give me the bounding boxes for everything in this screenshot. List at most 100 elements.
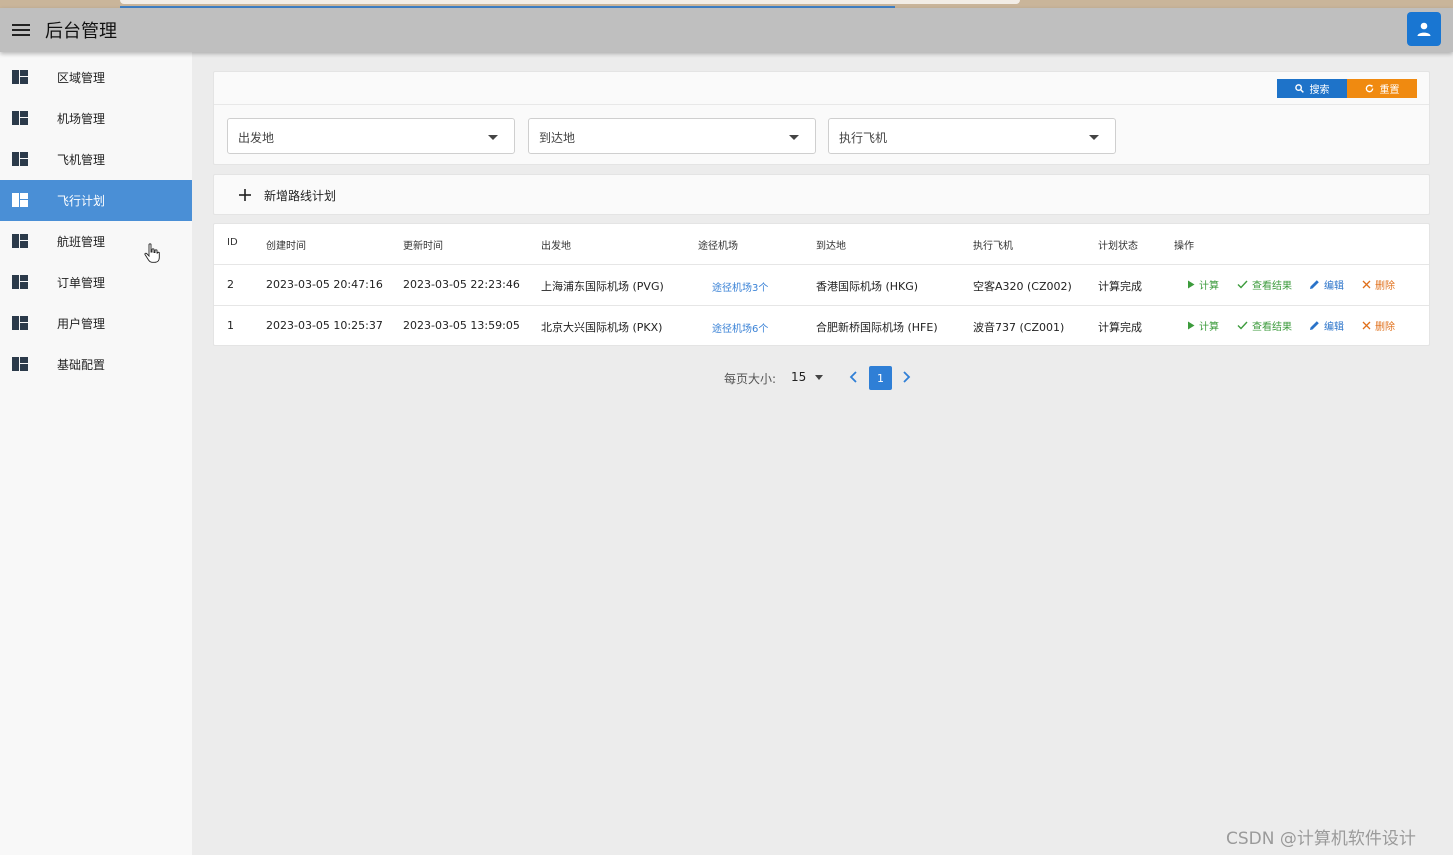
table-header-row: ID 创建时间 更新时间 出发地 途径机场 到达地 执行飞机 计划状态 操作: [214, 224, 1429, 265]
check-icon: [1237, 321, 1248, 330]
page-number-button[interactable]: 1: [869, 366, 892, 390]
caret-down-icon: [789, 135, 799, 140]
dashboard-icon: [12, 275, 28, 289]
header-via: 途径机场: [698, 241, 738, 252]
chevron-right-icon[interactable]: [900, 370, 912, 384]
page-size-select[interactable]: 15: [791, 370, 806, 384]
reset-button[interactable]: 重置: [1347, 79, 1417, 98]
via-airports-link[interactable]: 途径机场6个: [712, 320, 768, 335]
delete-button[interactable]: 删除: [1362, 277, 1395, 292]
aircraft-select[interactable]: 执行飞机: [828, 118, 1116, 154]
user-account-button[interactable]: [1407, 12, 1441, 46]
play-icon: [1188, 321, 1195, 330]
plus-icon: [239, 189, 251, 201]
cell-departure: 上海浦东国际机场 (PVG): [541, 280, 664, 293]
dashboard-icon: [12, 234, 28, 248]
reset-button-label: 重置: [1379, 85, 1400, 96]
chevron-left-icon[interactable]: [848, 370, 860, 384]
cell-created: 2023-03-05 20:47:16: [266, 278, 383, 291]
toolbar: 新增路线计划: [213, 174, 1430, 215]
cell-updated: 2023-03-05 22:23:46: [403, 278, 520, 291]
app-header: 后台管理: [0, 8, 1453, 52]
header-created: 创建时间: [266, 241, 306, 252]
view-result-button[interactable]: 查看结果: [1237, 318, 1292, 333]
sidebar-item-config[interactable]: 基础配置: [0, 344, 192, 385]
sidebar-item-label: 订单管理: [57, 276, 106, 290]
arrival-select-placeholder: 到达地: [539, 131, 576, 145]
menu-icon[interactable]: [9, 18, 33, 42]
sidebar-item-label: 飞行计划: [57, 194, 106, 208]
search-panel: 搜索 重置 出发地 到达地 执行飞机: [213, 71, 1430, 165]
cell-aircraft: 波音737 (CZ001): [973, 321, 1065, 334]
cell-id: 2: [227, 278, 234, 291]
sidebar-item-label: 航班管理: [57, 235, 106, 249]
sidebar-item-airport[interactable]: 机场管理: [0, 98, 192, 139]
cell-arrival: 合肥新桥国际机场 (HFE): [816, 321, 938, 334]
sidebar-item-label: 基础配置: [57, 358, 106, 372]
add-route-plan-button[interactable]: 新增路线计划: [238, 185, 336, 205]
header-updated: 更新时间: [403, 241, 443, 252]
via-airports-link[interactable]: 途径机场3个: [712, 279, 768, 294]
pencil-icon: [1310, 280, 1319, 289]
dashboard-icon: [12, 193, 28, 207]
cell-arrival: 香港国际机场 (HKG): [816, 280, 919, 293]
header-departure: 出发地: [541, 241, 571, 252]
dashboard-icon: [12, 70, 28, 84]
sidebar-item-aircraft[interactable]: 飞机管理: [0, 139, 192, 180]
departure-select[interactable]: 出发地: [227, 118, 515, 154]
edit-label: 编辑: [1324, 322, 1344, 333]
dashboard-icon: [12, 357, 28, 371]
dashboard-icon: [12, 152, 28, 166]
arrival-select[interactable]: 到达地: [528, 118, 816, 154]
edit-label: 编辑: [1324, 281, 1344, 292]
search-button[interactable]: 搜索: [1277, 79, 1347, 98]
edit-button[interactable]: 编辑: [1309, 318, 1344, 333]
sidebar-item-label: 区域管理: [57, 71, 106, 85]
sidebar-item-order[interactable]: 订单管理: [0, 262, 192, 303]
header-aircraft: 执行飞机: [973, 241, 1013, 252]
cell-id: 1: [227, 319, 234, 332]
calculate-button[interactable]: 计算: [1187, 277, 1219, 292]
header-id: ID: [227, 237, 238, 248]
calculate-label: 计算: [1199, 281, 1219, 292]
delete-button[interactable]: 删除: [1362, 318, 1395, 333]
close-icon: [1362, 280, 1371, 289]
sidebar-item-label: 机场管理: [57, 112, 106, 126]
sidebar-item-flight[interactable]: 航班管理: [0, 221, 192, 262]
watermark: CSDN @计算机软件设计: [1226, 829, 1416, 849]
header-actions: 操作: [1174, 241, 1194, 252]
view-result-label: 查看结果: [1252, 322, 1292, 333]
dashboard-icon: [12, 111, 28, 125]
caret-down-icon: [1089, 135, 1099, 140]
edit-button[interactable]: 编辑: [1309, 277, 1344, 292]
cell-departure: 北京大兴国际机场 (PKX): [541, 321, 663, 334]
header-arrival: 到达地: [816, 241, 846, 252]
view-result-label: 查看结果: [1252, 281, 1292, 292]
cell-aircraft: 空客A320 (CZ002): [973, 280, 1072, 293]
table-row: 1 2023-03-05 10:25:37 2023-03-05 13:59:0…: [214, 306, 1429, 347]
app-title: 后台管理: [45, 21, 117, 42]
delete-label: 删除: [1375, 322, 1395, 333]
cell-created: 2023-03-05 10:25:37: [266, 319, 383, 332]
pencil-icon: [1310, 321, 1319, 330]
calculate-label: 计算: [1199, 322, 1219, 333]
cell-updated: 2023-03-05 13:59:05: [403, 319, 520, 332]
page-size-label: 每页大小:: [724, 371, 777, 386]
sidebar: 区域管理 机场管理 飞机管理 飞行计划 航班管理 订单管理 用户管理 基础配置: [0, 52, 192, 855]
cell-status: 计算完成: [1098, 321, 1142, 334]
divider: [214, 104, 1429, 105]
play-icon: [1188, 280, 1195, 289]
hand-cursor-icon: [144, 243, 160, 263]
sidebar-item-user[interactable]: 用户管理: [0, 303, 192, 344]
search-button-label: 搜索: [1309, 85, 1330, 96]
view-result-button[interactable]: 查看结果: [1237, 277, 1292, 292]
delete-label: 删除: [1375, 281, 1395, 292]
sidebar-item-region[interactable]: 区域管理: [0, 57, 192, 98]
user-icon: [1417, 22, 1431, 36]
calculate-button[interactable]: 计算: [1187, 318, 1219, 333]
sidebar-item-flight-plan[interactable]: 飞行计划: [0, 180, 192, 221]
pagination: 每页大小: 15 1: [724, 366, 911, 390]
caret-down-icon: [488, 135, 498, 140]
departure-select-placeholder: 出发地: [238, 131, 275, 145]
cell-status: 计算完成: [1098, 280, 1142, 293]
